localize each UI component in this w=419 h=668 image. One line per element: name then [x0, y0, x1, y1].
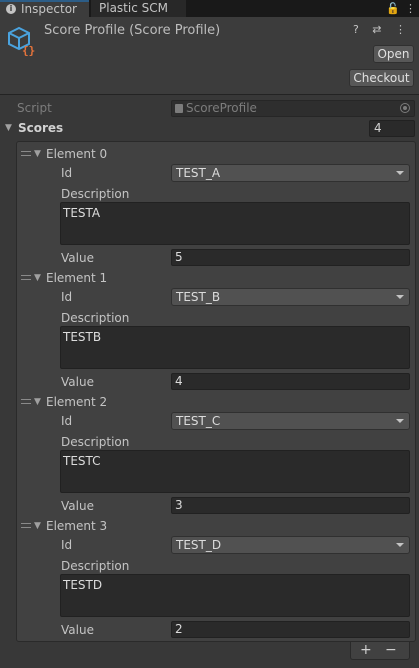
- id-dropdown-value: TEST_C: [176, 414, 221, 428]
- id-label: Id: [61, 414, 73, 428]
- info-icon: i: [6, 4, 16, 14]
- description-textarea[interactable]: TESTB: [60, 326, 410, 369]
- checkout-button[interactable]: Checkout: [349, 69, 414, 87]
- object-picker-icon[interactable]: [400, 103, 410, 113]
- id-dropdown-value: TEST_D: [176, 538, 222, 552]
- description-label: Description: [61, 435, 130, 449]
- script-file-icon: [175, 104, 183, 113]
- description-textarea[interactable]: TESTD: [60, 574, 410, 617]
- element-0-label[interactable]: Element 0: [46, 147, 107, 161]
- value-field[interactable]: 5: [171, 249, 410, 266]
- value-field[interactable]: 4: [171, 373, 410, 390]
- id-dropdown[interactable]: TEST_C: [171, 412, 410, 430]
- element-fold-icon[interactable]: ▼: [34, 521, 41, 531]
- inspector-header: {} Score Profile (Score Profile) ? ⇄ ⋮ O…: [0, 17, 419, 95]
- add-element-button[interactable]: +: [360, 642, 372, 658]
- id-label: Id: [61, 290, 73, 304]
- scores-count-field[interactable]: 4: [369, 120, 415, 137]
- remove-element-button[interactable]: −: [385, 642, 397, 658]
- tab-plastic-scm[interactable]: Plastic SCM: [91, 0, 186, 17]
- id-dropdown-value: TEST_B: [176, 290, 221, 304]
- chevron-down-icon: [396, 419, 404, 423]
- id-label: Id: [61, 166, 73, 180]
- value-label: Value: [61, 375, 94, 389]
- drag-handle-icon[interactable]: [21, 151, 31, 156]
- element-2-label[interactable]: Element 2: [46, 395, 107, 409]
- description-label: Description: [61, 559, 130, 573]
- chevron-down-icon: [396, 543, 404, 547]
- open-button[interactable]: Open: [373, 45, 414, 63]
- scores-fold-icon[interactable]: ▼: [5, 123, 12, 133]
- chevron-down-icon: [396, 171, 404, 175]
- tab-plastic-scm-label: Plastic SCM: [99, 1, 168, 15]
- description-textarea[interactable]: TESTC: [60, 450, 410, 493]
- asset-title: Score Profile (Score Profile): [44, 23, 221, 38]
- list-footer: + −: [350, 642, 410, 660]
- script-field[interactable]: ScoreProfile: [171, 100, 415, 117]
- element-fold-icon[interactable]: ▼: [34, 149, 41, 159]
- lock-icon[interactable]: 🔓: [386, 0, 400, 17]
- id-dropdown-value: TEST_A: [176, 166, 221, 180]
- value-label: Value: [61, 251, 94, 265]
- id-label: Id: [61, 538, 73, 552]
- value-field[interactable]: 3: [171, 497, 410, 514]
- description-label: Description: [61, 187, 130, 201]
- description-textarea[interactable]: TESTA: [60, 202, 410, 245]
- drag-handle-icon[interactable]: [21, 399, 31, 404]
- drag-handle-icon[interactable]: [21, 523, 31, 528]
- tab-inspector-label: Inspector: [21, 2, 77, 16]
- tab-menu-icon[interactable]: ⋮: [405, 0, 416, 17]
- value-label: Value: [61, 623, 94, 637]
- element-fold-icon[interactable]: ▼: [34, 397, 41, 407]
- id-dropdown[interactable]: TEST_D: [171, 536, 410, 554]
- id-dropdown[interactable]: TEST_A: [171, 164, 410, 182]
- value-field[interactable]: 2: [171, 621, 410, 638]
- svg-text:{}: {}: [22, 44, 35, 56]
- script-field-value: ScoreProfile: [186, 101, 257, 115]
- drag-handle-icon[interactable]: [21, 275, 31, 280]
- description-label: Description: [61, 311, 130, 325]
- value-label: Value: [61, 499, 94, 513]
- tab-bar: i Inspector Plastic SCM 🔓 ⋮: [0, 0, 419, 17]
- chevron-down-icon: [396, 295, 404, 299]
- header-help-preset-menu-icons[interactable]: ? ⇄ ⋮: [353, 23, 411, 36]
- element-1-label[interactable]: Element 1: [46, 271, 107, 285]
- id-dropdown[interactable]: TEST_B: [171, 288, 410, 306]
- tab-inspector[interactable]: i Inspector: [0, 0, 89, 17]
- scriptable-object-icon: {}: [8, 26, 35, 56]
- element-3-label[interactable]: Element 3: [46, 519, 107, 533]
- script-label: Script: [17, 101, 52, 115]
- scores-label[interactable]: Scores: [18, 121, 63, 135]
- element-fold-icon[interactable]: ▼: [34, 273, 41, 283]
